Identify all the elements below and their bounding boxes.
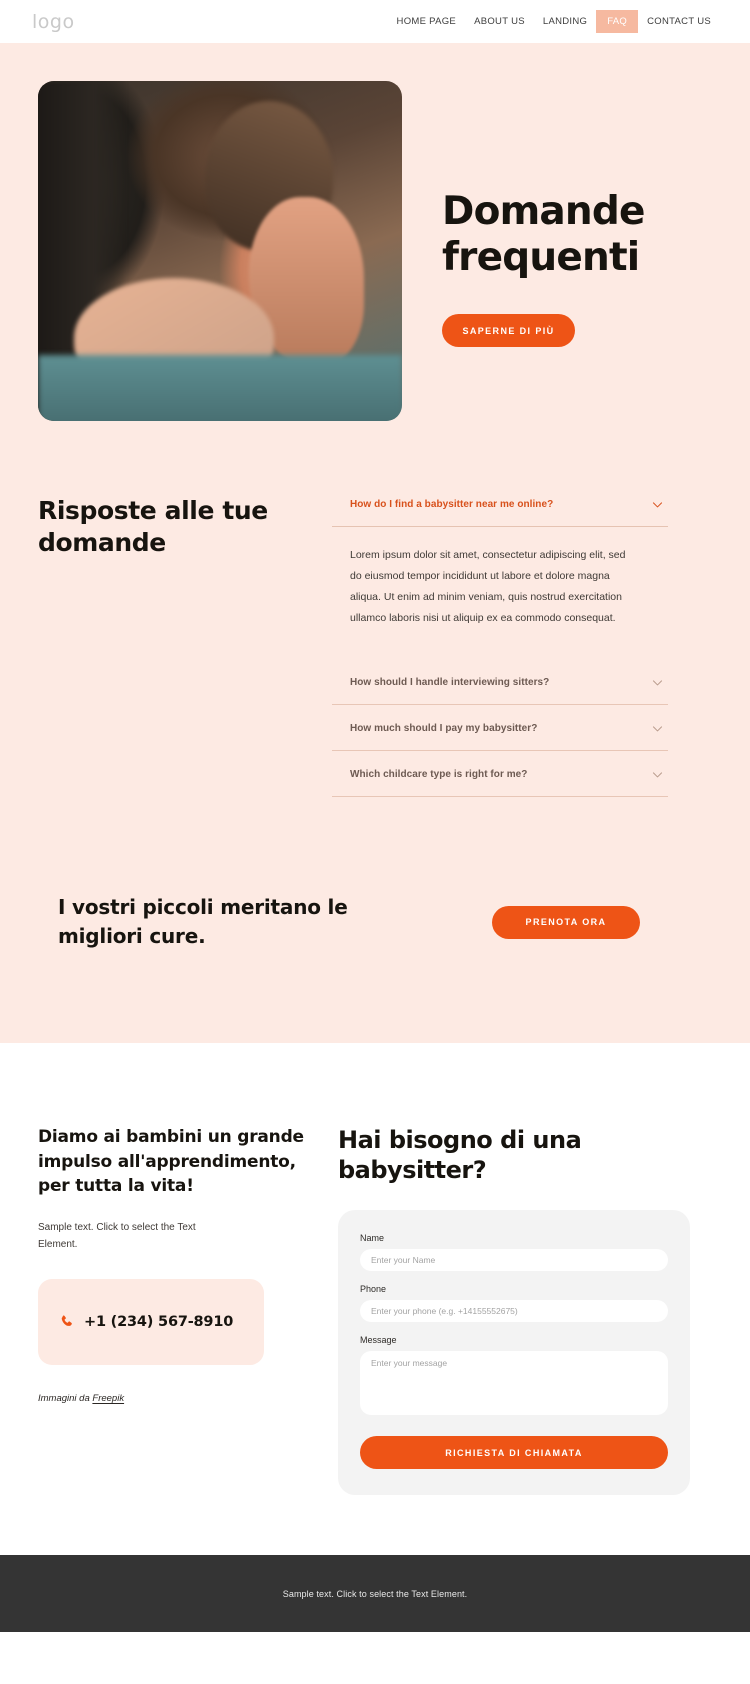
message-label: Message <box>360 1335 397 1346</box>
phone-card[interactable]: +1 (234) 567-8910 <box>38 1278 264 1365</box>
faq-question-row-3[interactable]: How much should I pay my babysitter? <box>332 705 668 750</box>
contact-info-column: Diamo ai bambini un grande impulso all'a… <box>38 1125 328 1404</box>
hero-image-blanket <box>38 354 402 421</box>
contact-subtext: Sample text. Click to select the Text El… <box>38 1221 196 1251</box>
contact-section: Diamo ai bambini un grande impulso all'a… <box>0 1043 750 1556</box>
phone-label: Phone <box>360 1284 387 1295</box>
phone-input[interactable] <box>360 1300 668 1323</box>
faq-item-4: Which childcare type is right for me? <box>332 751 668 797</box>
faq-question-2: How should I handle interviewing sitters… <box>350 677 550 688</box>
phone-number: +1 (234) 567-8910 <box>84 1313 234 1330</box>
contact-form: Name Phone Message RICHIESTA DI CHIAMATA <box>338 1210 690 1496</box>
nav-item-about-us[interactable]: ABOUT US <box>465 10 534 33</box>
learn-more-button[interactable]: SAPERNE DI PIÙ <box>442 314 575 348</box>
image-credit: Immagini da Freepik <box>38 1393 328 1404</box>
faq-item-3: How much should I pay my babysitter? <box>332 705 668 751</box>
faq-question-row-4[interactable]: Which childcare type is right for me? <box>332 751 668 796</box>
submit-callback-button[interactable]: RICHIESTA DI CHIAMATA <box>360 1436 668 1470</box>
cta-band: I vostri piccoli meritano le migliori cu… <box>0 893 750 1043</box>
faq-item-1: How do I find a babysitter near me onlin… <box>332 481 668 659</box>
name-label: Name <box>360 1233 385 1244</box>
faq-question-4: Which childcare type is right for me? <box>350 769 528 780</box>
nav-item-faq[interactable]: FAQ <box>596 10 639 33</box>
book-now-button[interactable]: PRENOTA ORA <box>492 905 640 939</box>
name-input[interactable] <box>360 1249 668 1272</box>
phone-icon <box>60 1314 75 1329</box>
freepik-link[interactable]: Freepik <box>92 1393 124 1404</box>
cta-text: I vostri piccoli meritano le migliori cu… <box>58 895 348 948</box>
chevron-down-icon[interactable] <box>651 768 664 781</box>
nav-item-contact-us[interactable]: CONTACT US <box>638 10 720 33</box>
hero-section: Domande frequenti SAPERNE DI PIÙ <box>0 43 750 481</box>
hero-content: Domande frequenti SAPERNE DI PIÙ <box>402 81 750 348</box>
contact-heading: Diamo ai bambini un grande impulso all'a… <box>38 1127 304 1197</box>
page-root: logo HOME PAGE ABOUT US LANDING FAQ CONT… <box>0 0 750 1633</box>
hero-image-photo <box>38 81 402 421</box>
chevron-down-icon[interactable] <box>651 498 664 511</box>
faq-section: Risposte alle tue domande How do I find … <box>0 481 750 893</box>
logo[interactable]: logo <box>32 11 75 33</box>
nav-item-landing[interactable]: LANDING <box>534 10 596 33</box>
faq-accordion: How do I find a babysitter near me onlin… <box>332 481 668 797</box>
footer-text: Sample text. Click to select the Text El… <box>282 1588 468 1599</box>
chevron-down-icon[interactable] <box>651 722 664 735</box>
image-credit-prefix: Immagini da <box>38 1392 93 1404</box>
hero-image <box>38 81 402 421</box>
faq-item-2: How should I handle interviewing sitters… <box>332 659 668 705</box>
contact-form-column: Hai bisogno di una babysitter? Name Phon… <box>338 1125 690 1496</box>
faq-question-1: How do I find a babysitter near me onlin… <box>350 499 554 510</box>
faq-question-row-1[interactable]: How do I find a babysitter near me onlin… <box>332 481 668 527</box>
chevron-down-icon[interactable] <box>651 676 664 689</box>
site-footer: Sample text. Click to select the Text El… <box>0 1555 750 1633</box>
site-header: logo HOME PAGE ABOUT US LANDING FAQ CONT… <box>0 0 750 43</box>
faq-heading-column: Risposte alle tue domande <box>38 481 288 559</box>
faq-answer-1: Lorem ipsum dolor sit amet, consectetur … <box>350 549 626 624</box>
hero-title: Domande frequenti <box>442 189 645 280</box>
faq-question-row-2[interactable]: How should I handle interviewing sitters… <box>332 659 668 704</box>
nav-item-home-page[interactable]: HOME PAGE <box>388 10 466 33</box>
message-textarea[interactable] <box>360 1351 668 1416</box>
faq-question-3: How much should I pay my babysitter? <box>350 723 538 734</box>
faq-heading: Risposte alle tue domande <box>38 496 268 557</box>
form-title: Hai bisogno di una babysitter? <box>338 1126 582 1185</box>
main-navigation: HOME PAGE ABOUT US LANDING FAQ CONTACT U… <box>388 10 720 33</box>
